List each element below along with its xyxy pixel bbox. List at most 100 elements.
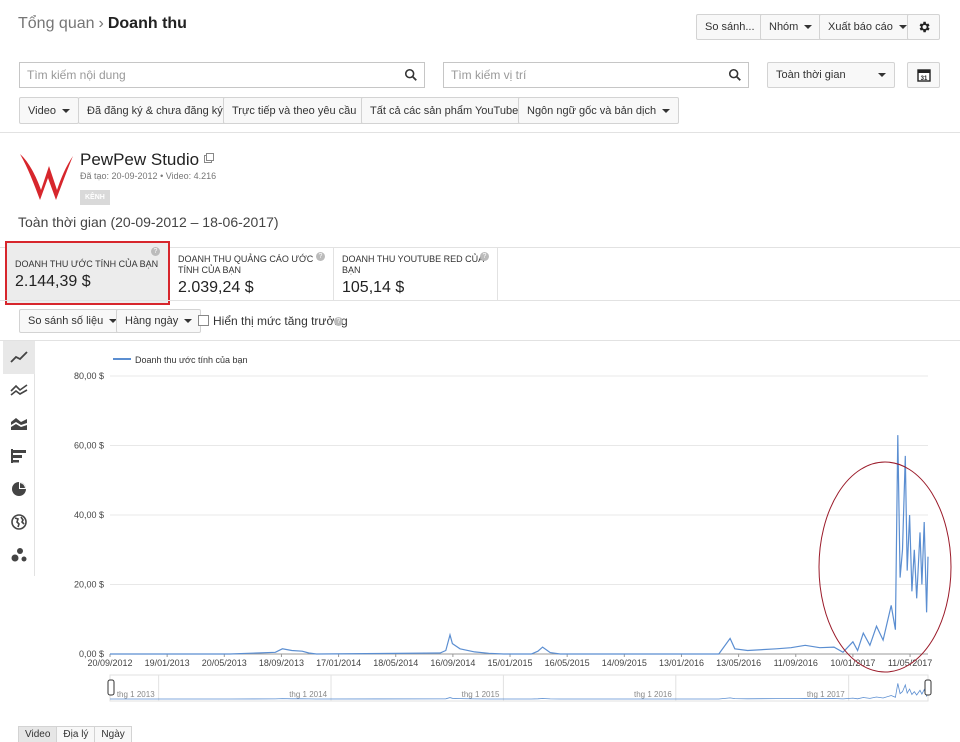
overview-right-handle[interactable] [924,679,932,696]
y-tick-label: 60,00 $ [74,441,104,451]
y-tick-label: 80,00 $ [74,371,104,381]
x-tick-label: 18/09/2013 [259,658,304,668]
gear-icon [919,21,930,33]
revenue-chart-svg: 0,00 $20,00 $40,00 $60,00 $80,00 $ 20/09… [74,355,952,702]
line-chart-tool[interactable] [3,341,35,374]
help-icon[interactable]: ? [316,252,325,261]
compare-button-label: So sánh... [705,21,755,33]
x-tick-label: 14/09/2015 [602,658,647,668]
channel-video-count: Video: 4.216 [165,171,217,181]
overview-label: thg 1 2014 [289,690,327,699]
granularity-label: Hàng ngày [125,315,179,327]
chevron-down-icon [804,25,813,29]
external-link-icon[interactable] [204,153,214,163]
stacked-area-tool[interactable] [3,407,35,440]
metrics-bottom-divider [0,300,960,301]
page-title: Doanh thu [107,15,187,32]
overview-label: thg 1 2013 [117,690,155,699]
channel-name[interactable]: PewPew Studio [80,150,199,170]
date-range-label: Toàn thời gian (20-09-2012 – 18-06-2017) [18,214,279,230]
help-icon[interactable]: ? [151,247,160,256]
x-tick-label: 13/01/2016 [659,658,704,668]
metric-label: DOANH THU ƯỚC TÍNH CỦA BẠN [15,259,159,269]
chevron-down-icon [878,73,886,77]
y-tick-label: 40,00 $ [74,510,104,520]
tab-geography[interactable]: Địa lý [56,726,96,742]
search-icon[interactable] [728,68,742,82]
metric-label: DOANH THU QUẢNG CÁO ƯỚC TÍNH CỦA BẠN [178,254,314,275]
map-tool[interactable] [3,506,35,539]
compare-metric-button[interactable]: So sánh số liệu [19,309,127,333]
metric-estimated-revenue[interactable]: DOANH THU ƯỚC TÍNH CỦA BẠN 2.144,39 $ ? [5,241,170,305]
filter-language[interactable]: Ngôn ngữ gốc và bản dịch [518,97,680,124]
period-select[interactable]: Toàn thời gian [767,62,895,88]
breadcrumb: Tổng quan › Doanh thu [18,15,187,33]
chevron-down-icon [184,319,193,323]
globe-icon [11,514,27,530]
series-line-revenue [110,435,929,655]
bar-chart-tool[interactable] [3,440,35,473]
bubble-chart-icon [11,548,27,562]
x-tick-label: 20/09/2012 [87,658,132,668]
filter-label: Đã đăng ký & chưa đăng ký [87,104,223,117]
content-search-input[interactable]: Tìm kiếm nội dung [19,62,425,88]
x-tick-label: 16/05/2015 [545,658,590,668]
filter-subscription[interactable]: Đã đăng ký & chưa đăng ký [78,97,246,124]
overview-label: thg 1 2016 [634,690,672,699]
x-tick-label: 11/09/2016 [774,658,818,668]
x-tick-label: 20/05/2013 [202,658,247,668]
help-icon[interactable]: ? [480,252,489,261]
settings-button[interactable] [907,14,940,40]
channel-created: Đã tạo: 20-09-2012 [80,171,158,181]
header-divider [0,132,960,133]
overview-frame [109,674,929,702]
y-axis-ticks: 0,00 $20,00 $40,00 $60,00 $80,00 $ [74,371,104,659]
filter-label: Ngôn ngữ gốc và bản dịch [527,104,657,117]
groups-button[interactable]: Nhóm [760,14,822,40]
x-tick-label: 10/01/2017 [830,658,875,668]
metric-ad-revenue[interactable]: DOANH THU QUẢNG CÁO ƯỚC TÍNH CỦA BẠN 2.0… [170,248,334,300]
multi-line-chart-icon [10,384,28,396]
overview-navigator[interactable]: thg 1 2013 thg 1 2014 thg 1 2015 thg 1 2016… [107,674,932,702]
channel-logo [20,154,73,200]
location-search-placeholder: Tìm kiếm vị trí [451,68,527,82]
x-tick-label: 17/01/2014 [316,658,361,668]
metric-value: 2.144,39 $ [15,273,91,290]
show-growth-checkbox[interactable] [198,315,209,326]
tab-date[interactable]: Ngày [94,726,132,742]
metric-youtube-red-revenue[interactable]: DOANH THU YOUTUBE RED CỦA BẠN 105,14 $ ? [334,248,498,300]
show-growth-label: Hiển thị mức tăng trưởng [213,314,348,328]
filter-youtube-products[interactable]: Tất cả các sản phẩm YouTube [361,97,542,124]
compare-button[interactable]: So sánh... [696,14,764,40]
tab-video[interactable]: Video [18,726,58,742]
filter-label: Trực tiếp và theo yêu cầu [232,104,357,117]
granularity-button[interactable]: Hàng ngày [116,309,202,333]
pie-chart-tool[interactable] [3,473,35,506]
bar-chart-icon [11,449,26,463]
legend-label: Doanh thu ước tính của bạn [135,355,248,365]
report-tabs: Video Địa lý Ngày [18,726,132,742]
filter-video[interactable]: Video [19,97,79,124]
chart-type-toolbar [3,341,35,576]
filter-live-on-demand[interactable]: Trực tiếp và theo yêu cầu [223,97,380,124]
search-icon[interactable] [404,68,418,82]
revenue-chart: 0,00 $20,00 $40,00 $60,00 $80,00 $ 20/09… [35,341,960,717]
export-report-button[interactable]: Xuất báo cáo [819,14,916,40]
overview-left-handle[interactable] [107,679,115,696]
breadcrumb-separator: › [98,15,104,32]
multi-line-tool[interactable] [3,374,35,407]
filter-label: Video [28,104,56,117]
x-tick-label: 16/09/2014 [430,658,475,668]
chevron-down-icon [61,108,70,113]
location-search-input[interactable]: Tìm kiếm vị trí [443,62,749,88]
metric-label: DOANH THU YOUTUBE RED CỦA BẠN [342,254,484,275]
x-tick-label: 13/05/2016 [716,658,761,668]
bubble-chart-tool[interactable] [3,539,35,572]
breadcrumb-overview-link[interactable]: Tổng quan [18,15,95,32]
help-icon[interactable]: ? [334,317,343,326]
x-tick-label: 19/01/2013 [145,658,190,668]
x-tick-label: 18/05/2014 [373,658,418,668]
calendar-button[interactable]: 31 [907,62,940,88]
filter-label: Tất cả các sản phẩm YouTube [370,104,519,117]
chevron-down-icon [898,25,907,29]
